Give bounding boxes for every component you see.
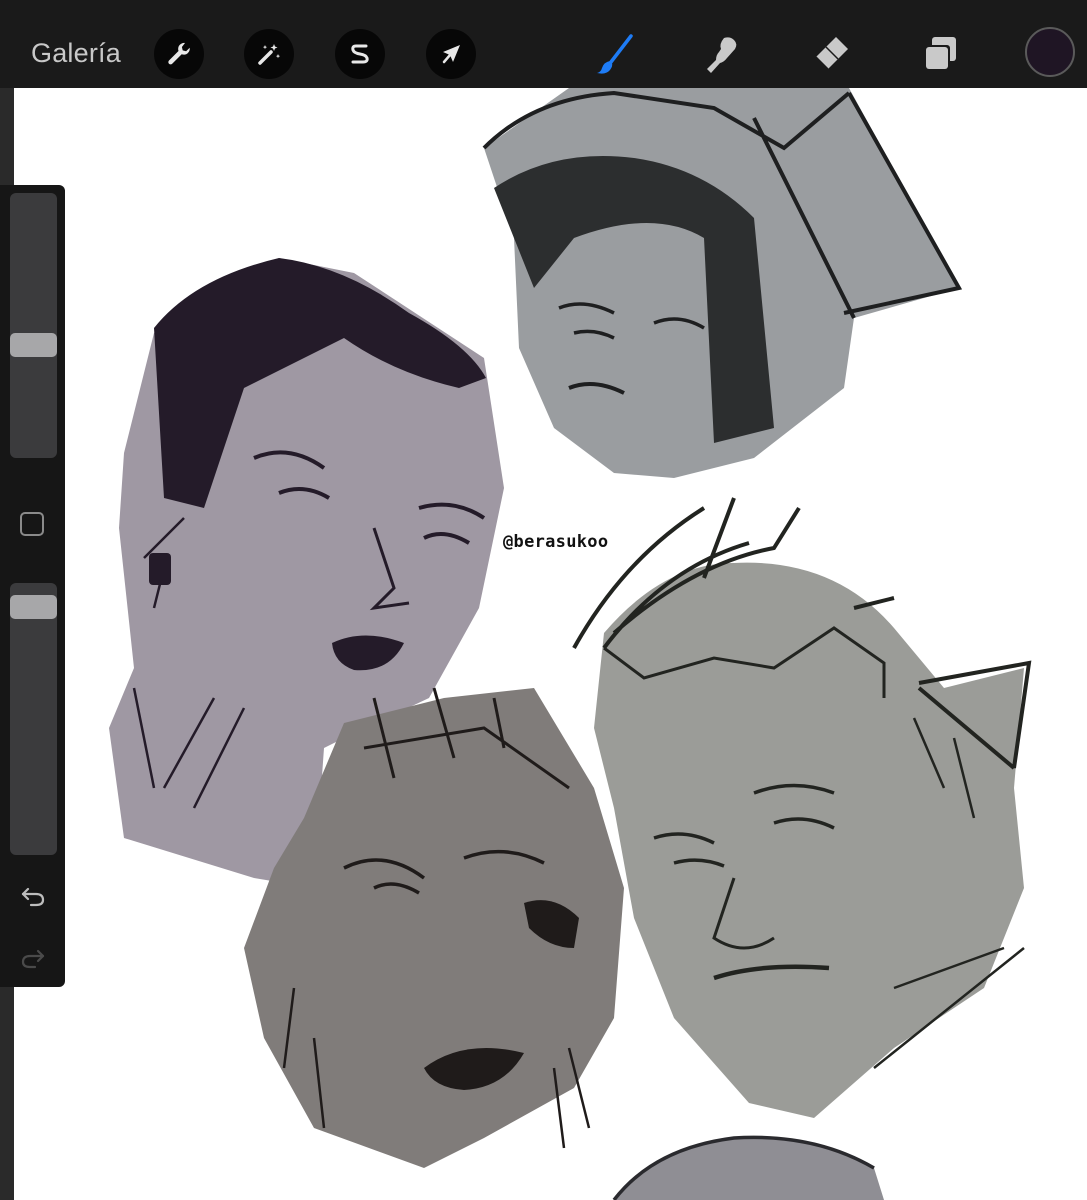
top-toolbar: Galería [0,0,1087,88]
selection-s-icon [351,44,369,64]
undo-button[interactable] [17,879,49,911]
transform-button[interactable] [426,29,476,79]
brush-size-slider[interactable] [10,193,57,458]
color-picker-button[interactable] [1025,27,1075,77]
sketch-face-man-right [572,497,1032,1118]
smudge-finger-icon [707,37,737,73]
sketch-artwork: x [109,88,1032,1200]
brush-size-handle[interactable] [10,333,57,357]
sketch-partial-bottom [612,1135,884,1200]
eraser-tool-button[interactable] [805,28,857,80]
eraser-icon [815,37,848,70]
brush-tool-button[interactable] [588,28,640,80]
wrench-icon [168,42,190,65]
sketch-face-woman-top [482,88,963,478]
opacity-slider[interactable] [10,583,57,855]
arrow-cursor-icon [442,45,460,64]
watermark-text: @berasukoo [503,532,609,552]
redo-icon [21,949,45,969]
layers-button[interactable] [914,28,966,80]
opacity-handle[interactable] [10,595,57,619]
modifier-button[interactable] [20,512,44,536]
layers-icon [924,37,956,71]
adjustments-button[interactable] [244,29,294,79]
smudge-tool-button[interactable] [696,28,748,80]
actions-button[interactable] [154,29,204,79]
selection-button[interactable] [335,29,385,79]
redo-button[interactable] [17,941,49,973]
undo-icon [21,887,45,907]
magic-wand-icon [258,44,281,65]
gallery-button[interactable]: Galería [31,36,121,70]
drawing-canvas[interactable]: x @berasukoo [14,88,1087,1200]
brush-icon [597,34,633,74]
left-sidebar [0,185,65,987]
